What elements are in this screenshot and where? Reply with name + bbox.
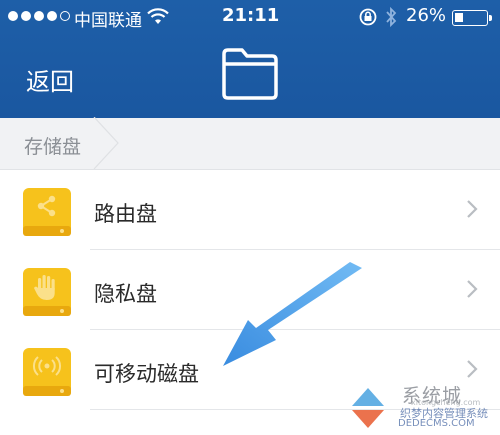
router-disk-icon [23, 188, 71, 236]
wifi-icon [147, 8, 169, 24]
battery-percent: 26% [406, 5, 447, 26]
clock-time: 21:11 [222, 5, 280, 26]
chevron-right-icon [467, 280, 478, 298]
drive-label: 路由盘 [94, 202, 157, 226]
breadcrumb-separator-icon [93, 117, 119, 169]
carrier-name: 中国联通 [74, 11, 142, 31]
breadcrumb-storage-label[interactable]: 存储盘 [24, 132, 81, 159]
chevron-right-icon [467, 200, 478, 218]
folder-icon [222, 48, 278, 100]
private-disk-icon [23, 268, 71, 316]
status-bar: 中国联通 21:11 26% [0, 0, 500, 34]
signal-strength-icon [8, 11, 70, 21]
top-nav-bar: 中国联通 21:11 26% 返回 [0, 0, 500, 118]
drive-label: 隐私盘 [94, 282, 157, 306]
breadcrumb: 存储盘 [0, 117, 500, 170]
chevron-right-icon [467, 360, 478, 378]
rotation-lock-icon [359, 8, 377, 26]
removable-disk-icon [23, 348, 71, 396]
bluetooth-icon [386, 6, 397, 28]
drive-item-private[interactable]: 隐私盘 [0, 250, 500, 330]
back-button[interactable]: 返回 [26, 62, 74, 97]
drive-label: 可移动磁盘 [94, 362, 199, 386]
drive-item-router[interactable]: 路由盘 [0, 170, 500, 250]
watermark-text-3: DEDECMS.COM [398, 418, 475, 429]
battery-icon [452, 10, 492, 26]
